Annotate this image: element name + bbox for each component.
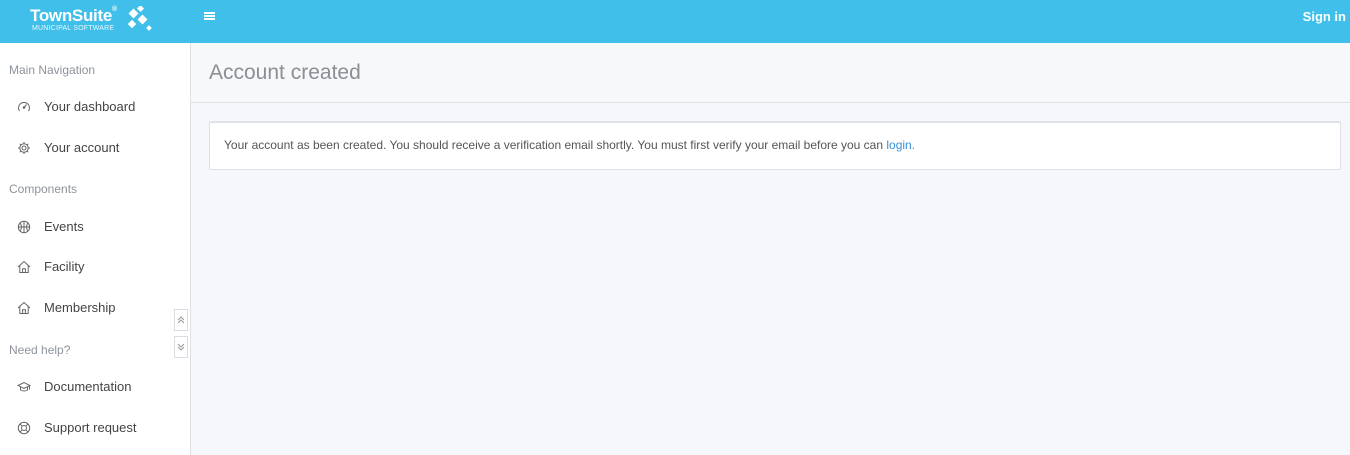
sidebar-item-events[interactable]: Events xyxy=(0,210,188,244)
basketball-icon xyxy=(17,220,31,234)
alert-message: Your account as been created. You should… xyxy=(224,138,887,152)
sidebar-item-label: Your account xyxy=(44,140,120,155)
sidebar-item-label: Events xyxy=(44,219,84,234)
section-label-components: Components xyxy=(9,182,78,196)
page-title: Account created xyxy=(209,61,361,84)
sidebar-item-account[interactable]: Your account xyxy=(0,131,188,165)
account-created-alert: Your account as been created. You should… xyxy=(209,121,1341,170)
scroll-up-button[interactable] xyxy=(174,309,188,331)
sidebar-item-membership[interactable]: Membership xyxy=(0,291,188,325)
graduation-cap-icon xyxy=(17,381,31,392)
menu-toggle-icon[interactable] xyxy=(202,8,218,24)
sign-in-link[interactable]: Sign in xyxy=(1303,9,1346,24)
scroll-down-button[interactable] xyxy=(174,336,188,358)
double-chevron-up-icon xyxy=(177,316,185,324)
section-label-main-navigation: Main Navigation xyxy=(9,63,96,77)
double-chevron-down-icon xyxy=(177,343,185,351)
gear-icon xyxy=(18,142,30,154)
sidebar-item-label: Your dashboard xyxy=(44,99,136,114)
home-icon xyxy=(17,301,31,314)
sidebar-item-label: Support request xyxy=(44,420,137,435)
sidebar-item-support-request[interactable]: Support request xyxy=(0,411,188,445)
page-header: Account created xyxy=(191,43,1350,103)
sidebar-item-label: Membership xyxy=(44,300,116,315)
sidebar-item-facility[interactable]: Facility xyxy=(0,250,188,284)
top-bar: TownSuite® MUNICIPAL SOFTWARE Sign in xyxy=(0,0,1350,43)
main-content: Account created Your account as been cre… xyxy=(191,43,1350,455)
logo-subtitle: MUNICIPAL SOFTWARE xyxy=(32,25,115,32)
sidebar: Main Navigation Your dashboard Your acco… xyxy=(0,43,191,455)
sidebar-item-label: Facility xyxy=(44,259,85,274)
home-icon xyxy=(17,260,31,273)
section-label-need-help: Need help? xyxy=(9,343,71,357)
login-link[interactable]: login. xyxy=(886,138,915,152)
sidebar-item-label: Documentation xyxy=(44,379,132,394)
lifebuoy-icon xyxy=(17,421,31,435)
logo-name: TownSuite xyxy=(30,6,112,25)
dashboard-icon xyxy=(18,101,30,112)
sidebar-item-dashboard[interactable]: Your dashboard xyxy=(0,90,188,124)
logo-squares-icon xyxy=(127,6,152,31)
sidebar-item-documentation[interactable]: Documentation xyxy=(0,370,188,404)
townsuite-logo[interactable]: TownSuite® MUNICIPAL SOFTWARE xyxy=(30,6,190,36)
logo-registered-mark: ® xyxy=(111,6,117,13)
